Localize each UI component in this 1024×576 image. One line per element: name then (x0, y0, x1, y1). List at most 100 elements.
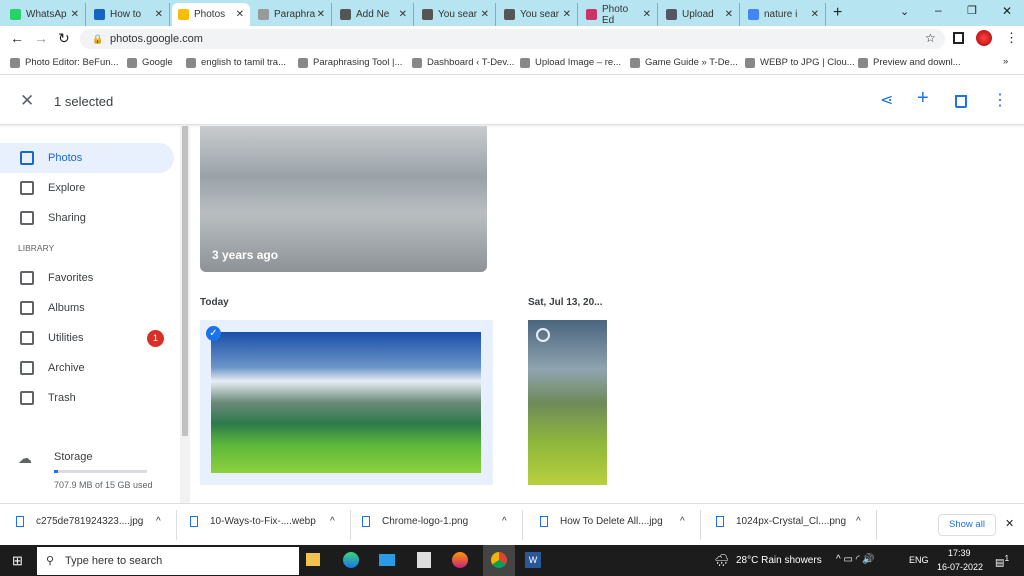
bookmark-item[interactable]: english to tamil tra... (186, 57, 286, 68)
tab-close-icon[interactable]: ✕ (481, 9, 489, 20)
weather-text[interactable]: 28°C Rain showers (736, 555, 822, 566)
bookmark-item[interactable]: Photo Editor: BeFun... (10, 57, 118, 68)
bookmark-item[interactable]: Dashboard ‹ T-Dev... (412, 57, 514, 68)
tab-6[interactable]: You sear ✕ (498, 3, 578, 26)
share-icon[interactable]: ⋖ (880, 90, 893, 110)
photo-tile[interactable] (528, 320, 607, 485)
delete-icon[interactable] (955, 95, 967, 108)
tab-close-icon[interactable]: ✕ (155, 9, 163, 20)
store-icon[interactable] (417, 552, 431, 568)
photo-tile-old[interactable]: 3 years ago (200, 126, 487, 272)
download-options-chevron-icon[interactable]: ^ (156, 516, 161, 527)
date-group-label: Sat, Jul 13, 20... (528, 297, 603, 308)
download-item[interactable]: 10-Ways-to-Fix-....webp ^ (190, 516, 350, 527)
sidebar-item-albums[interactable]: Albums (0, 293, 174, 323)
windows-start-icon[interactable]: ⊞ (12, 553, 23, 569)
taskbar-search[interactable]: ⚲ Type here to search (37, 547, 299, 575)
bookmark-item[interactable]: Google (127, 57, 173, 68)
download-options-chevron-icon[interactable]: ^ (680, 516, 685, 527)
bookmark-item[interactable]: Upload Image – re... (520, 57, 621, 68)
sidebar-item-sharing[interactable]: Sharing (0, 203, 174, 233)
tab-7[interactable]: Photo Ed ✕ (580, 3, 658, 26)
sidebar-item-photos[interactable]: Photos (0, 143, 174, 173)
tab-close-icon[interactable]: ✕ (317, 9, 325, 20)
divider (176, 510, 177, 540)
bookmark-item[interactable]: Game Guide » T-De... (630, 57, 738, 68)
new-tab-button[interactable]: + (833, 4, 842, 22)
edge-icon[interactable] (343, 552, 359, 568)
bookmark-star-icon[interactable]: ☆ (925, 31, 936, 45)
tab-2[interactable]: Photos ✕ (172, 3, 250, 26)
tab-8[interactable]: Upload ✕ (660, 3, 740, 26)
reload-icon[interactable]: ↻ (58, 30, 70, 47)
file-explorer-icon[interactable] (306, 553, 320, 566)
word-icon[interactable]: W (525, 552, 541, 568)
tab-close-icon[interactable]: ✕ (725, 9, 733, 20)
download-item[interactable]: Chrome-logo-1.png ^ (362, 516, 522, 527)
minimize-button[interactable]: – (935, 3, 942, 17)
firefox-icon[interactable] (452, 552, 468, 568)
download-item[interactable]: How To Delete All....jpg ^ (540, 516, 700, 527)
sidebar-item-favorites[interactable]: Favorites (0, 263, 174, 293)
url-input[interactable]: 🔒 photos.google.com (80, 29, 945, 49)
close-downloads-icon[interactable]: ✕ (1005, 517, 1014, 530)
more-options-icon[interactable]: ⋮ (992, 90, 1008, 110)
download-filename: c275de781924323....jpg (36, 516, 144, 527)
select-circle-icon[interactable] (536, 328, 550, 342)
tab-title: Paraphra (274, 9, 316, 20)
tab-close-icon[interactable]: ✕ (811, 9, 819, 20)
tab-close-icon[interactable]: ✕ (399, 9, 407, 20)
sidebar-item-explore[interactable]: Explore (0, 173, 174, 203)
selected-check-icon[interactable]: ✓ (206, 326, 221, 341)
library-heading: LIBRARY (18, 243, 55, 253)
notification-icon[interactable]: ▤1 (995, 553, 1009, 568)
bookmark-item[interactable]: Preview and downl... (858, 57, 961, 68)
clock-date[interactable]: 16-07-2022 (937, 562, 983, 572)
tab-1[interactable]: How to ✕ (88, 3, 170, 26)
sidebar-scrollbar[interactable] (180, 126, 190, 503)
restore-button[interactable]: ❐ (967, 4, 977, 17)
tab-close-icon[interactable]: ✕ (236, 9, 244, 20)
download-options-chevron-icon[interactable]: ^ (502, 516, 507, 527)
storage-label[interactable]: Storage (54, 451, 93, 463)
download-item[interactable]: c275de781924323....jpg ^ (16, 516, 176, 527)
profile-avatar[interactable] (976, 30, 992, 46)
tab-close-icon[interactable]: ✕ (643, 9, 651, 20)
bookmark-item[interactable]: Paraphrasing Tool |... (298, 57, 402, 68)
download-options-chevron-icon[interactable]: ^ (330, 516, 335, 527)
download-options-chevron-icon[interactable]: ^ (856, 516, 861, 527)
divider (350, 510, 351, 540)
photo-tile-selected[interactable]: ✓ (200, 320, 493, 485)
forward-icon[interactable]: → (34, 30, 48, 46)
language-indicator[interactable]: ENG (909, 555, 929, 565)
back-icon[interactable]: ← (10, 30, 24, 46)
tab-4[interactable]: Add Ne ✕ (334, 3, 414, 26)
mail-icon[interactable] (379, 554, 395, 566)
tab-close-icon[interactable]: ✕ (563, 9, 571, 20)
close-window-button[interactable]: ✕ (1002, 4, 1012, 18)
sidebar-item-archive[interactable]: Archive (0, 353, 174, 383)
bookmark-item[interactable]: WEBP to JPG | Clou... (745, 57, 855, 68)
sidebar-item-trash[interactable]: Trash (0, 383, 174, 413)
clock-time[interactable]: 17:39 (948, 548, 971, 558)
download-item[interactable]: 1024px-Crystal_Cl....png ^ (716, 516, 876, 527)
sidebar-item-label: Trash (48, 392, 76, 404)
show-all-button[interactable]: Show all (938, 514, 996, 536)
add-icon[interactable]: + (917, 87, 929, 110)
sidebar-item-utilities[interactable]: Utilities 1 (0, 323, 174, 353)
photos-icon (20, 151, 34, 165)
close-selection-icon[interactable]: ✕ (20, 91, 34, 111)
tab-close-icon[interactable]: ✕ (71, 9, 79, 20)
badge: 1 (147, 329, 164, 347)
tray-icons[interactable]: ^ ▭ ◜ 🔊 (836, 554, 875, 565)
more-bookmarks-icon[interactable]: » (1003, 56, 1008, 67)
menu-icon[interactable]: ⋮ (1005, 30, 1018, 46)
tab-5[interactable]: You sear ✕ (416, 3, 496, 26)
tab-0[interactable]: WhatsAp ✕ (4, 3, 86, 26)
side-panel-icon[interactable] (953, 32, 964, 44)
chrome-taskbar-button[interactable] (483, 545, 515, 576)
tab-3[interactable]: Paraphra ✕ (252, 3, 332, 26)
weather-icon: 🌧 (714, 553, 730, 567)
tab-9[interactable]: nature i ✕ (742, 3, 826, 26)
tab-search-button[interactable]: ⌄ (900, 5, 909, 18)
